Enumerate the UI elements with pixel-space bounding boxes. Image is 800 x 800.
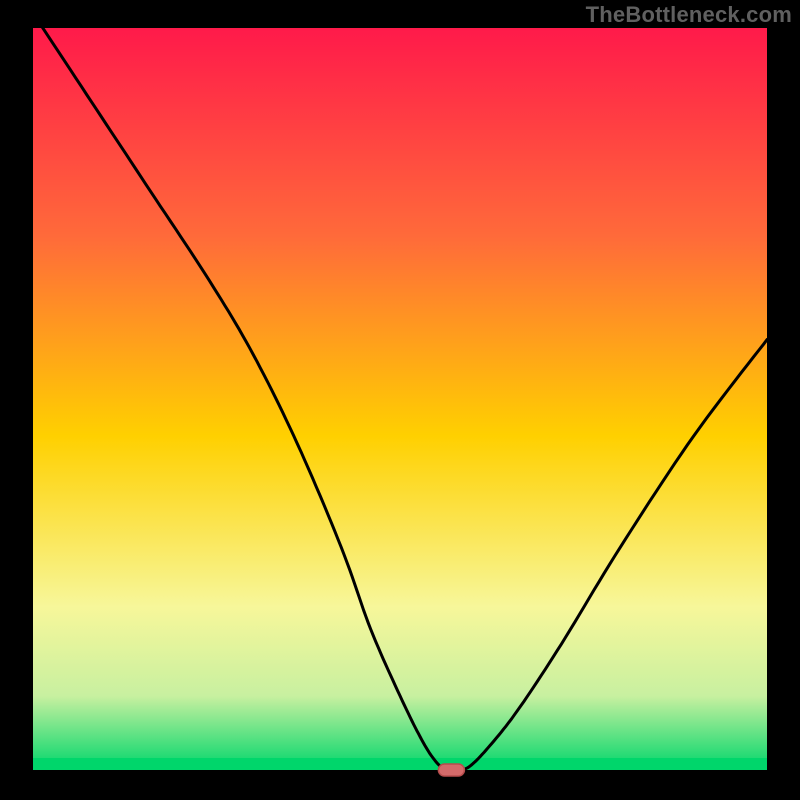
optimal-point-marker: [438, 764, 464, 776]
attribution-label: TheBottleneck.com: [586, 2, 792, 28]
bottleneck-chart: [0, 0, 800, 800]
chart-baseline-strip: [33, 758, 767, 770]
chart-container: TheBottleneck.com: [0, 0, 800, 800]
chart-background: [33, 28, 767, 770]
